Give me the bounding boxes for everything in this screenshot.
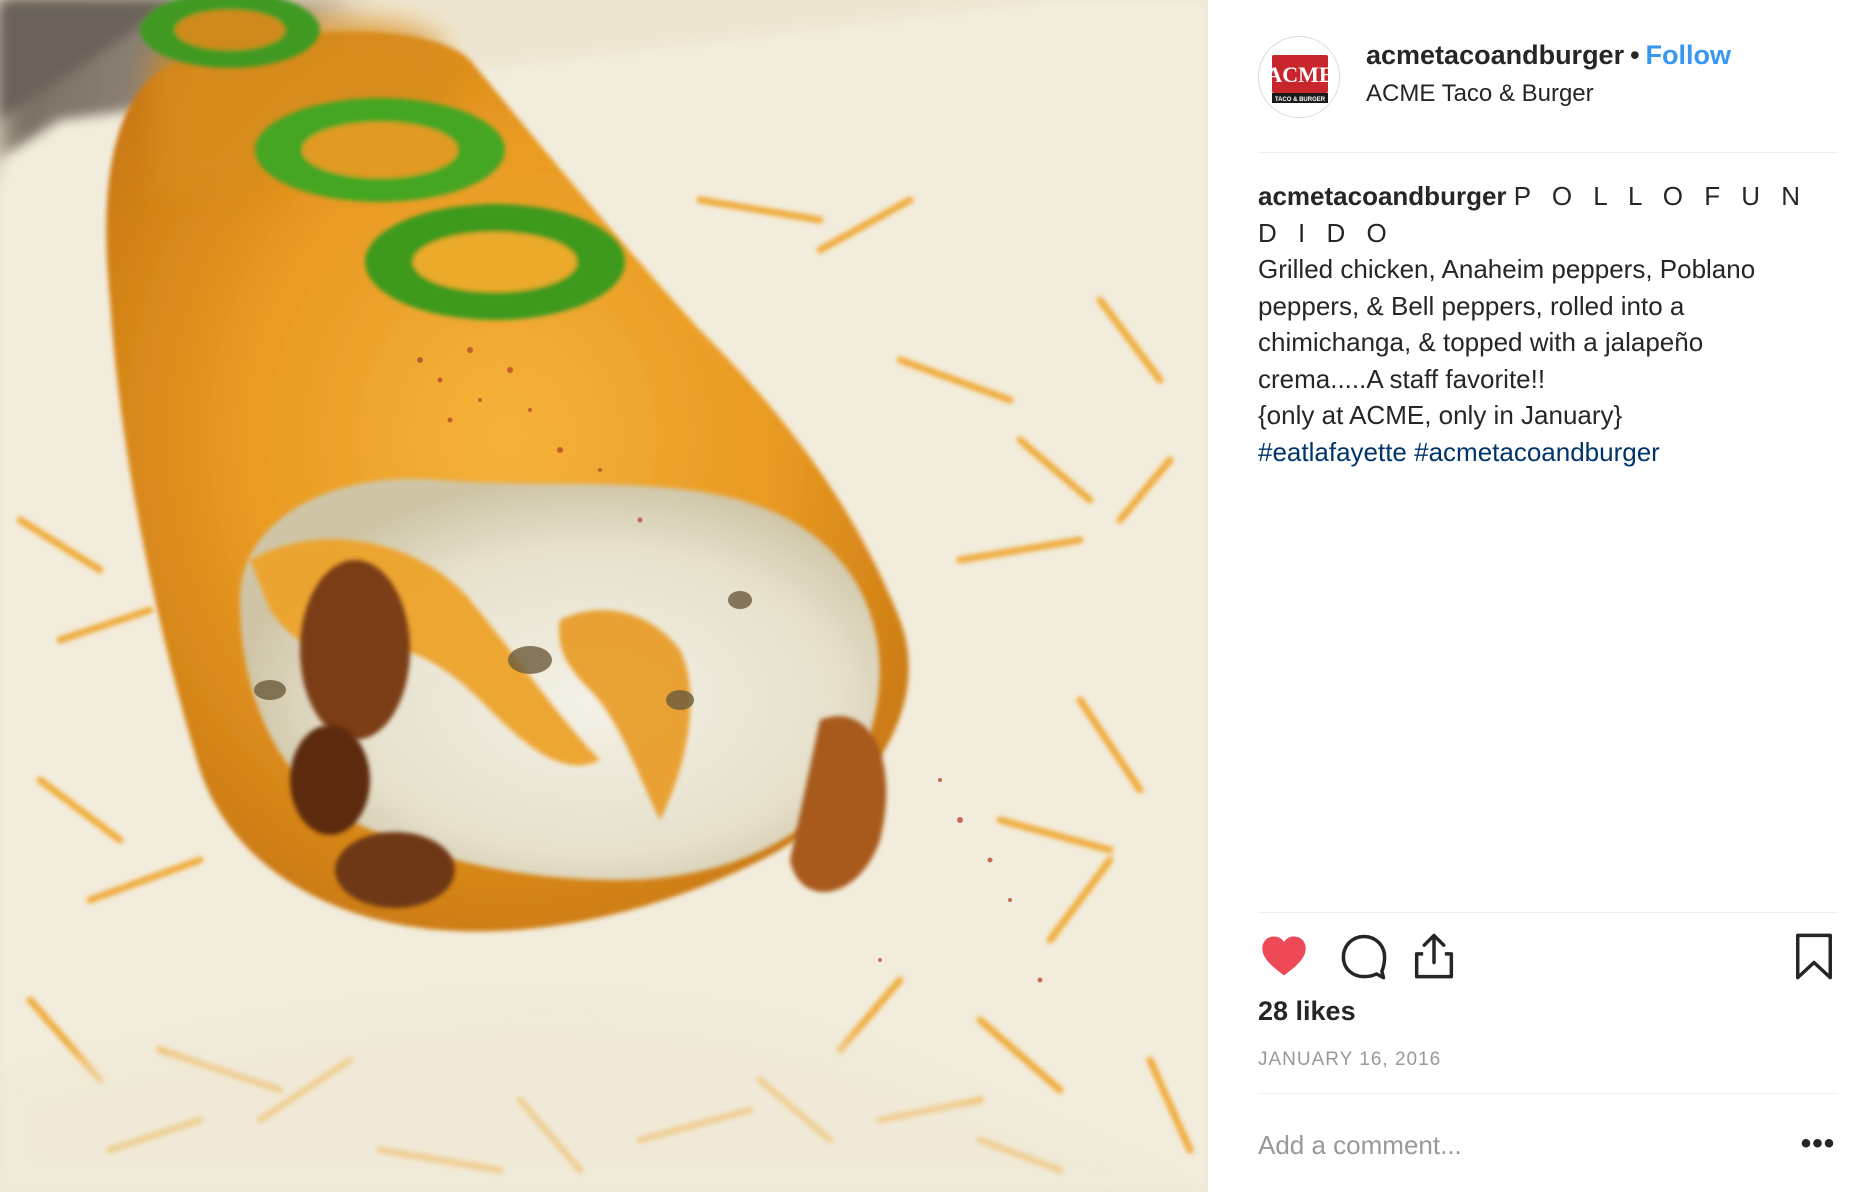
caption-line: peppers, & Bell peppers, rolled into a bbox=[1258, 290, 1685, 321]
comment-button[interactable] bbox=[1338, 930, 1390, 982]
hashtag-link[interactable]: #eatlafayette bbox=[1258, 437, 1407, 467]
post-date[interactable]: JANUARY 16, 2016 bbox=[1258, 1049, 1441, 1071]
save-button[interactable] bbox=[1788, 930, 1840, 982]
post-header: ACME TACO & BURGER acmetacoandburger • Fol… bbox=[1258, 28, 1838, 148]
more-options-button[interactable]: ••• bbox=[1798, 1129, 1838, 1159]
svg-text:ACME: ACME bbox=[1266, 62, 1333, 87]
comment-bubble-icon bbox=[1341, 934, 1387, 980]
bookmark-icon bbox=[1796, 933, 1832, 980]
post-photo[interactable] bbox=[0, 0, 1208, 1192]
hashtag-link[interactable]: #acmetacoandburger bbox=[1414, 437, 1660, 467]
likes-count[interactable]: 28 likes bbox=[1258, 996, 1356, 1027]
share-upload-icon bbox=[1414, 933, 1454, 979]
acme-logo-icon: ACME TACO & BURGER bbox=[1259, 37, 1339, 117]
chimichanga-photo bbox=[0, 0, 1208, 1192]
separator-dot: • bbox=[1630, 40, 1640, 70]
share-button[interactable] bbox=[1408, 930, 1460, 982]
header-divider bbox=[1258, 152, 1838, 153]
caption-line: Grilled chicken, Anaheim peppers, Poblan… bbox=[1258, 254, 1756, 284]
comment-divider bbox=[1258, 1093, 1838, 1094]
comment-box: ••• bbox=[1258, 1123, 1838, 1167]
avatar[interactable]: ACME TACO & BURGER bbox=[1258, 36, 1340, 118]
svg-text:TACO & BURGER: TACO & BURGER bbox=[1275, 97, 1326, 103]
caption-username[interactable]: acmetacoandburger bbox=[1258, 181, 1507, 211]
header-username[interactable]: acmetacoandburger bbox=[1366, 40, 1624, 70]
post-side-panel: ACME TACO & BURGER acmetacoandburger • Fol… bbox=[1208, 0, 1866, 1192]
header-user-line: acmetacoandburger • Follow bbox=[1366, 40, 1731, 71]
follow-button[interactable]: Follow bbox=[1646, 40, 1731, 70]
heart-filled-icon bbox=[1262, 936, 1306, 976]
like-button[interactable] bbox=[1258, 930, 1310, 982]
caption-line: crema.....A staff favorite!! bbox=[1258, 363, 1546, 394]
location-link[interactable]: ACME Taco & Burger bbox=[1366, 80, 1594, 108]
caption-hashtags: #eatlafayette #acmetacoandburger bbox=[1258, 434, 1838, 471]
post-caption: acmetacoandburger P O L L O F U N D I D … bbox=[1258, 178, 1838, 470]
action-bar bbox=[1258, 930, 1838, 986]
caption-line: chimichanga, & topped with a jalapeño bbox=[1258, 327, 1704, 357]
comment-input[interactable] bbox=[1258, 1123, 1758, 1167]
caption-line: {only at ACME, only in January} bbox=[1258, 400, 1623, 430]
caption-divider bbox=[1258, 912, 1838, 913]
